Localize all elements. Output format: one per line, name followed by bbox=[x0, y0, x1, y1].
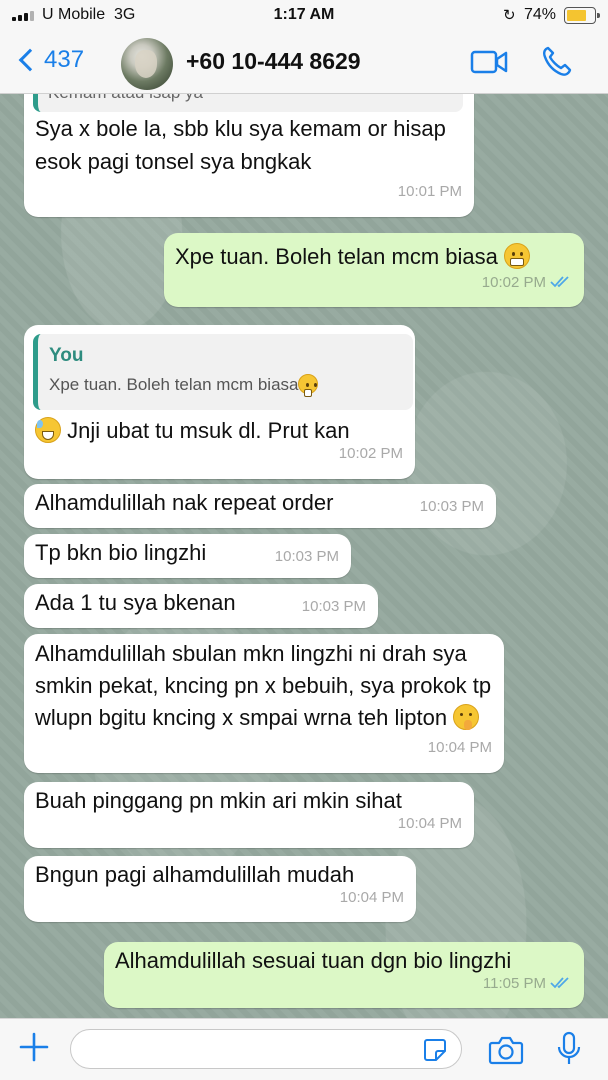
message-text: Bngun pagi alhamdulillah mudah bbox=[35, 862, 355, 887]
message-text: Alhamdulillah nak repeat order bbox=[35, 490, 334, 515]
message-input[interactable] bbox=[70, 1029, 462, 1069]
message-time: 10:01 PM bbox=[397, 183, 462, 200]
message-input-bar bbox=[0, 1018, 608, 1080]
back-chevron-icon bbox=[18, 48, 42, 72]
message-bubble-incoming[interactable]: Alhamdulillah nak repeat order 10:03 PM bbox=[24, 484, 496, 528]
message-bubble-incoming[interactable]: Kemam atau isap ya Sya x bole la, sbb kl… bbox=[24, 94, 474, 217]
video-call-icon[interactable] bbox=[470, 49, 508, 75]
contact-name[interactable]: +60 10-444 8629 bbox=[186, 48, 361, 75]
microphone-icon[interactable] bbox=[556, 1031, 582, 1067]
message-time: 10:04 PM bbox=[397, 815, 462, 832]
message-time: 10:02 PM bbox=[338, 445, 403, 462]
shushing-face-icon bbox=[453, 704, 480, 730]
message-time: 10:04 PM bbox=[427, 739, 492, 756]
chat-area[interactable]: Kemam atau isap ya Sya x bole la, sbb kl… bbox=[0, 94, 608, 1018]
message-bubble-incoming[interactable]: Alhamdulillah sbulan mkn lingzhi ni drah… bbox=[24, 634, 504, 773]
battery-icon bbox=[564, 7, 600, 24]
message-bubble-incoming[interactable]: Ada 1 tu sya bkenan 10:03 PM bbox=[24, 584, 378, 628]
chat-header: 437 +60 10-444 8629 bbox=[0, 32, 608, 94]
message-bubble-outgoing[interactable]: Alhamdulillah sesuai tuan dgn bio lingzh… bbox=[104, 942, 584, 1008]
message-bubble-incoming[interactable]: You Xpe tuan. Boleh telan mcm biasa Jnji… bbox=[24, 325, 415, 479]
grinning-sweat-face-icon bbox=[35, 417, 61, 443]
message-time: 10:04 PM bbox=[339, 889, 404, 906]
message-time: 10:03 PM bbox=[274, 548, 339, 565]
message-time: 10:02 PM bbox=[482, 267, 572, 299]
message-bubble-incoming[interactable]: Bngun pagi alhamdulillah mudah 10:04 PM bbox=[24, 856, 416, 922]
message-text: Sya x bole la, sbb klu sya kemam or hisa… bbox=[35, 116, 446, 174]
message-text: Ada 1 tu sya bkenan bbox=[35, 590, 236, 615]
status-bar: U Mobile 3G 1:17 AM ↻ 74% bbox=[0, 0, 608, 32]
unread-count: 437 bbox=[44, 46, 85, 73]
read-receipt-icon bbox=[550, 977, 569, 989]
plus-icon[interactable] bbox=[18, 1031, 50, 1063]
grimacing-face-icon bbox=[503, 243, 530, 269]
sticker-icon[interactable] bbox=[423, 1038, 447, 1062]
message-time: 10:03 PM bbox=[419, 498, 484, 515]
message-text: Buah pinggang pn mkin ari mkin sihat bbox=[35, 788, 402, 813]
status-time: 1:17 AM bbox=[273, 6, 335, 23]
message-text: Xpe tuan. Boleh telan mcm biasa bbox=[175, 241, 530, 273]
message-text: Alhamdulillah sbulan mkn lingzhi ni drah… bbox=[35, 641, 492, 730]
contact-avatar[interactable] bbox=[121, 38, 173, 90]
message-text: Tp bkn bio lingzhi bbox=[35, 540, 207, 565]
quoted-text: Xpe tuan. Boleh telan mcm biasa bbox=[49, 374, 319, 397]
grimacing-face-icon bbox=[298, 374, 319, 397]
message-time: 11:05 PM bbox=[483, 968, 572, 1000]
message-bubble-incoming[interactable]: Buah pinggang pn mkin ari mkin sihat 10:… bbox=[24, 782, 474, 848]
message-time: 10:03 PM bbox=[301, 598, 366, 615]
message-text: Alhamdulillah sesuai tuan dgn bio lingzh… bbox=[115, 948, 512, 973]
quoted-message[interactable]: You Xpe tuan. Boleh telan mcm biasa bbox=[33, 334, 413, 410]
orientation-lock-icon: ↻ bbox=[503, 7, 516, 24]
read-receipt-icon bbox=[550, 276, 569, 288]
message-bubble-incoming[interactable]: Tp bkn bio lingzhi 10:03 PM bbox=[24, 534, 351, 578]
camera-icon[interactable] bbox=[488, 1035, 524, 1065]
phone-call-icon[interactable] bbox=[540, 44, 574, 78]
battery-percent: 74% bbox=[524, 6, 557, 23]
quoted-text: Kemam atau isap ya bbox=[48, 94, 203, 104]
message-text: Jnji ubat tu msuk dl. Prut kan bbox=[35, 415, 350, 447]
message-bubble-outgoing[interactable]: Xpe tuan. Boleh telan mcm biasa 10:02 PM bbox=[164, 233, 584, 307]
quoted-sender: You bbox=[49, 345, 84, 366]
back-button[interactable]: 437 bbox=[16, 46, 84, 74]
